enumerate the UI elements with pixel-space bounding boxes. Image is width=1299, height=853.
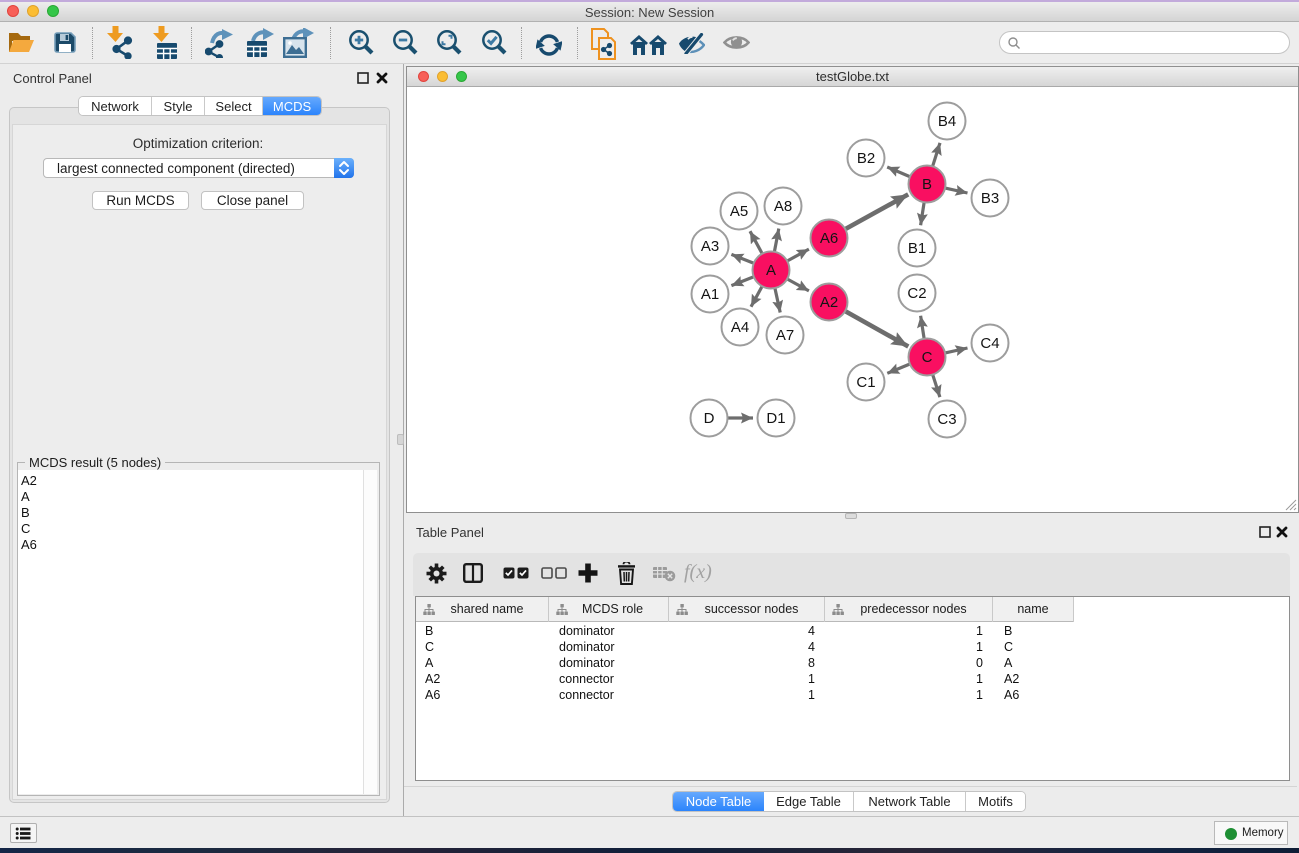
svg-text:A7: A7 [776, 327, 794, 344]
svg-text:B: B [922, 176, 932, 193]
svg-text:C3: C3 [937, 411, 956, 428]
svg-text:A1: A1 [701, 286, 719, 303]
svg-text:B1: B1 [908, 240, 926, 257]
svg-text:A: A [766, 262, 776, 279]
svg-text:C2: C2 [907, 285, 926, 302]
svg-text:A4: A4 [731, 319, 749, 336]
svg-text:C: C [922, 349, 933, 366]
svg-text:D1: D1 [766, 410, 785, 427]
svg-text:B4: B4 [938, 113, 956, 130]
svg-text:C4: C4 [980, 335, 999, 352]
svg-text:A3: A3 [701, 238, 719, 255]
svg-text:D: D [704, 410, 715, 427]
svg-text:C1: C1 [856, 374, 875, 391]
svg-text:B3: B3 [981, 190, 999, 207]
svg-text:A8: A8 [774, 198, 792, 215]
svg-text:A2: A2 [820, 294, 838, 311]
svg-text:A6: A6 [820, 230, 838, 247]
svg-text:A5: A5 [730, 203, 748, 220]
svg-text:B2: B2 [857, 150, 875, 167]
